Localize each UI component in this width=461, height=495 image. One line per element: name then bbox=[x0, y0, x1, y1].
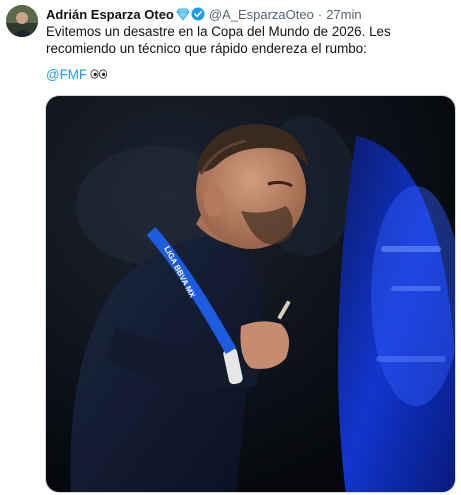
tweet-text: Evitemos un desastre en la Copa del Mund… bbox=[46, 24, 391, 56]
tweet[interactable]: Adrián Esparza Oteo @A_EsparzaOteo · 27m… bbox=[0, 0, 461, 495]
gem-badge-icon bbox=[176, 7, 190, 21]
mention-link[interactable]: @FMF bbox=[46, 67, 87, 82]
author-avatar[interactable] bbox=[6, 5, 38, 37]
tweet-timestamp[interactable]: 27min bbox=[326, 7, 361, 22]
verified-badge-icon bbox=[191, 7, 205, 21]
tweet-header: Adrián Esparza Oteo @A_EsparzaOteo · 27m… bbox=[46, 5, 362, 23]
author-name[interactable]: Adrián Esparza Oteo bbox=[46, 7, 174, 22]
mention-line: @FMF bbox=[46, 66, 108, 85]
author-handle[interactable]: @A_EsparzaOteo bbox=[209, 7, 314, 22]
eyes-emoji bbox=[90, 69, 108, 82]
separator-dot: · bbox=[317, 6, 323, 22]
tweet-photo[interactable]: LIGA BBVA MX bbox=[45, 95, 456, 493]
